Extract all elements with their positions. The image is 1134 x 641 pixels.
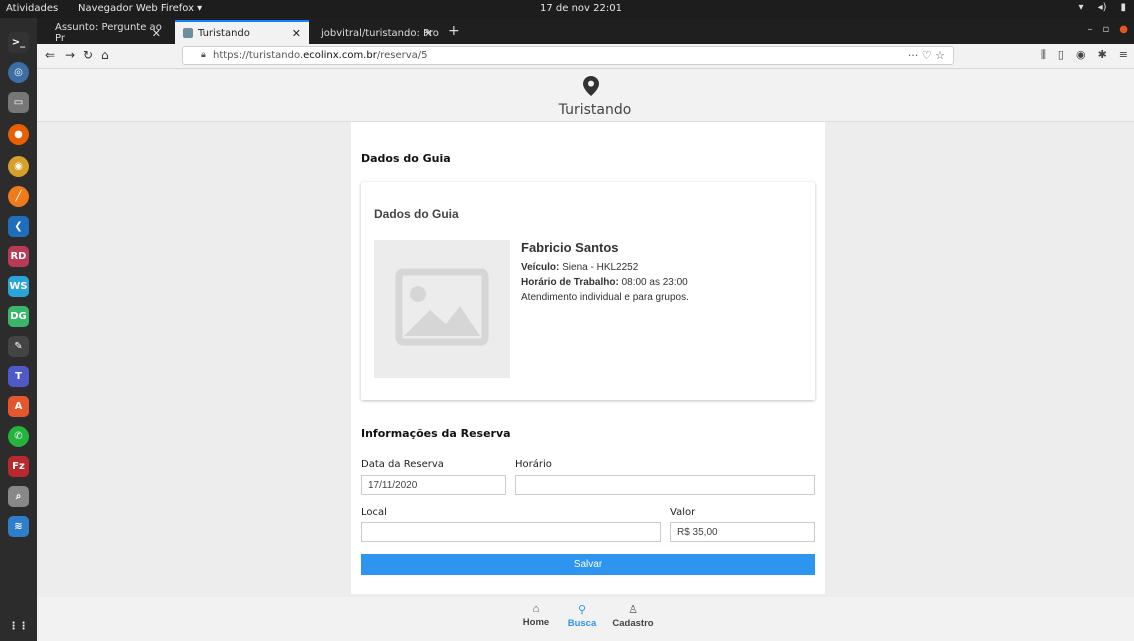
reservation-title: Informações da Reserva — [361, 427, 511, 440]
turistando-favicon-icon — [183, 28, 193, 38]
hours-value: 08:00 as 23:00 — [618, 277, 688, 288]
compass-icon[interactable]: ╱ — [8, 186, 29, 207]
url-domain: ecolinx.com.br — [303, 50, 377, 61]
software-center-icon[interactable]: A — [8, 396, 29, 417]
nav-cadastro-label: Cadastro — [612, 618, 654, 629]
firefox-icon[interactable]: ● — [8, 124, 29, 145]
webstorm-icon[interactable]: WS — [8, 276, 29, 297]
browser-nav-bar: ⇐ → ↻ ⌂ 🔒︎ https://turistando.ecolinx.co… — [37, 44, 1134, 69]
volume-icon[interactable]: ◂) — [1098, 2, 1107, 13]
reservation-page: Dados do Guia Dados do Guia Fabricio San… — [351, 122, 825, 594]
datagrip-icon[interactable]: DG — [8, 306, 29, 327]
nav-home[interactable]: ⌂ Home — [513, 603, 559, 628]
image-placeholder-icon — [395, 268, 489, 346]
nav-home-label: Home — [522, 617, 550, 628]
guide-name: Fabricio Santos — [521, 240, 619, 255]
place-label: Local — [361, 507, 387, 518]
close-icon[interactable]: ✕ — [292, 27, 301, 40]
bottom-nav: ⌂ Home ⚲ Busca ♙ Cadastro — [37, 597, 1134, 641]
tab-github[interactable]: jobvitral/turistando: Pro ✕ — [313, 22, 441, 44]
nav-cadastro[interactable]: ♙ Cadastro — [605, 603, 661, 629]
guide-card-title: Dados do Guia — [374, 207, 459, 221]
minimize-icon[interactable]: – — [1087, 24, 1092, 35]
teams-icon[interactable]: T — [8, 366, 29, 387]
sidebar-icon[interactable]: ▯ — [1058, 48, 1064, 62]
new-tab-button[interactable]: + — [448, 23, 460, 39]
os-top-bar: Atividades Navegador Web Firefox ▾ 17 de… — [0, 0, 1134, 18]
user-icon: ♙ — [628, 604, 638, 616]
show-apps-icon[interactable]: ⋮⋮ — [8, 616, 29, 637]
guide-vehicle: Veículo: Siena - HKL2252 — [521, 262, 638, 273]
home-button[interactable]: ⌂ — [101, 48, 109, 62]
time-label: Horário — [515, 459, 552, 470]
maximize-icon[interactable]: ▫ — [1102, 24, 1109, 35]
settings-icon[interactable]: ◎ — [8, 62, 29, 83]
guide-card: Dados do Guia Fabricio Santos Veículo: S… — [361, 182, 815, 400]
battery-icon[interactable]: ▮ — [1120, 2, 1126, 13]
chrome-icon[interactable]: ◉ — [8, 156, 29, 177]
tab-turistando[interactable]: Turistando ✕ — [175, 20, 309, 44]
whatsapp-icon[interactable]: ✆ — [8, 426, 29, 447]
system-clock[interactable]: 17 de nov 22:01 — [540, 3, 622, 14]
tab-label: jobvitral/turistando: Pro — [321, 27, 439, 39]
price-input[interactable]: R$ 35,00 — [670, 522, 815, 542]
close-icon[interactable]: ✕ — [152, 27, 161, 40]
place-input[interactable] — [361, 522, 661, 542]
tab-label: Turistando — [198, 27, 250, 39]
forward-button[interactable]: → — [65, 48, 75, 62]
close-window-icon[interactable]: ● — [1119, 24, 1128, 35]
url-text[interactable]: https://turistando.ecolinx.com.br/reserv… — [213, 50, 428, 61]
account-icon[interactable]: ◉ — [1076, 48, 1086, 62]
dock: >_ ◎ ▭ ● ◉ ╱ ❮ RD WS DG ✎ T A ✆ Fz ⌕ ≋ ⋮… — [0, 18, 37, 641]
nav-busca[interactable]: ⚲ Busca — [559, 603, 605, 629]
url-bar[interactable]: 🔒︎ https://turistando.ecolinx.com.br/res… — [182, 46, 954, 65]
reload-button[interactable]: ↻ — [83, 48, 93, 62]
network-icon[interactable]: ▾ — [1079, 2, 1084, 13]
window-controls: – ▫ ● — [1087, 24, 1128, 35]
time-input[interactable] — [515, 475, 815, 495]
back-button[interactable]: ⇐ — [45, 48, 55, 62]
layers-icon[interactable]: ≋ — [8, 516, 29, 537]
close-icon[interactable]: ✕ — [424, 27, 433, 40]
page-actions[interactable]: ··· ♡ ☆ — [908, 49, 945, 62]
screenshot-icon[interactable]: ⌕ — [8, 486, 29, 507]
vscode-icon[interactable]: ❮ — [8, 216, 29, 237]
date-label: Data da Reserva — [361, 459, 444, 470]
menu-icon[interactable]: ≡ — [1119, 48, 1128, 62]
save-button[interactable]: Salvar — [361, 554, 815, 575]
date-input[interactable]: 17/11/2020 — [361, 475, 506, 495]
system-tray[interactable]: ▾ ◂) ▮ — [1079, 2, 1126, 13]
hours-label: Horário de Trabalho: — [521, 277, 619, 288]
search-icon: ⚲ — [577, 604, 587, 616]
vehicle-value: Siena - HKL2252 — [559, 262, 639, 273]
files-icon[interactable]: ▭ — [8, 92, 29, 113]
guide-description: Atendimento individual e para grupos. — [521, 292, 689, 303]
vehicle-label: Veículo: — [521, 262, 560, 273]
guide-photo — [374, 240, 510, 378]
library-icon[interactable]: ⫼ — [1041, 48, 1046, 62]
browser-toolbar-right: ⫼ ▯ ◉ ✱ ≡ — [1041, 48, 1128, 62]
tab-assunto[interactable]: Assunto: Pergunte ao Pr ✕ — [47, 22, 169, 44]
section-title: Dados do Guia — [361, 152, 451, 165]
guide-hours: Horário de Trabalho: 08:00 as 23:00 — [521, 277, 688, 288]
filezilla-icon[interactable]: Fz — [8, 456, 29, 477]
rider-icon[interactable]: RD — [8, 246, 29, 267]
app-brand[interactable]: Turistando — [555, 102, 635, 118]
url-path: /reserva/5 — [376, 50, 428, 61]
app-header: Turistando — [37, 69, 1134, 122]
browser-tab-strip: Assunto: Pergunte ao Pr ✕ Turistando ✕ j… — [37, 18, 1134, 44]
terminal-icon[interactable]: >_ — [8, 32, 29, 53]
url-prefix: https://turistando. — [213, 50, 304, 61]
price-label: Valor — [670, 507, 696, 518]
lock-icon[interactable]: 🔒︎ — [201, 50, 206, 60]
extensions-icon[interactable]: ✱ — [1098, 48, 1107, 62]
activities-button[interactable]: Atividades — [6, 3, 58, 14]
location-pin-icon — [583, 76, 599, 96]
app-menu[interactable]: Navegador Web Firefox ▾ — [78, 3, 202, 14]
home-icon: ⌂ — [532, 603, 540, 615]
nav-busca-label: Busca — [567, 618, 597, 629]
inkscape-icon[interactable]: ✎ — [8, 336, 29, 357]
